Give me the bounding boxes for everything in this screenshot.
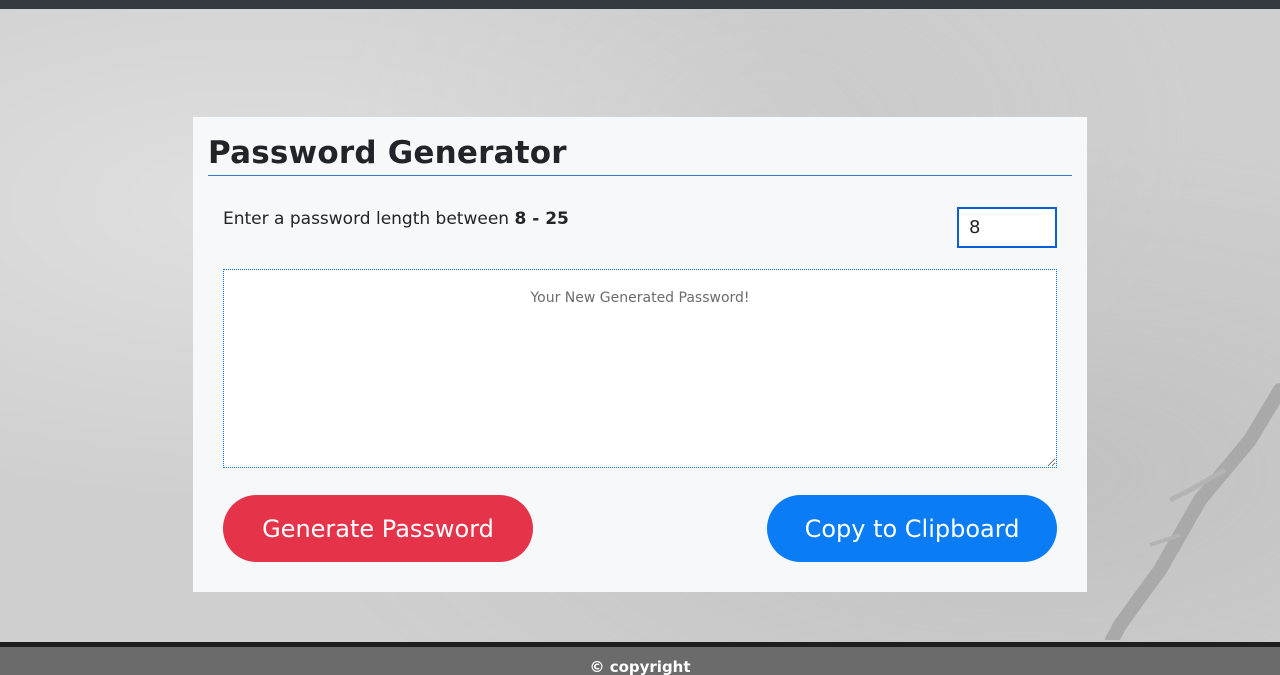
page-title: Password Generator: [208, 135, 567, 171]
length-prompt-text: Enter a password length between: [223, 209, 510, 229]
copy-to-clipboard-button[interactable]: Copy to Clipboard: [767, 495, 1057, 562]
generate-password-button[interactable]: Generate Password: [223, 495, 533, 562]
copyright-text: © copyright: [589, 658, 691, 675]
generated-password-textarea[interactable]: [223, 269, 1057, 468]
length-prompt: Enter a password length between 8 - 25: [223, 209, 569, 229]
length-range: 8 - 25: [514, 209, 569, 229]
top-bar: [0, 0, 1280, 9]
password-generator-card: Password Generator Enter a password leng…: [193, 117, 1087, 592]
footer: © copyright: [0, 642, 1280, 675]
password-length-input[interactable]: [957, 207, 1057, 248]
title-divider: [208, 175, 1072, 176]
